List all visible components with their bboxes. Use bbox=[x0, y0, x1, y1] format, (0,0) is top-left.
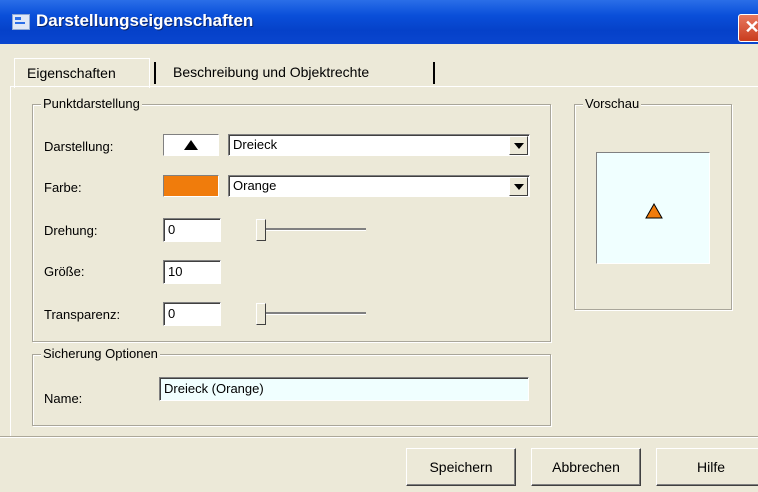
save-button[interactable]: Speichern bbox=[406, 448, 516, 486]
symbol-swatch bbox=[163, 134, 219, 156]
triangle-preview-icon bbox=[645, 202, 663, 219]
transparenz-input[interactable]: 0 bbox=[163, 302, 221, 326]
preview-canvas bbox=[596, 152, 710, 264]
darstellung-label: Darstellung: bbox=[44, 139, 114, 154]
farbe-select[interactable]: Orange bbox=[228, 175, 530, 197]
help-button[interactable]: Hilfe bbox=[656, 448, 758, 486]
darstellung-select[interactable]: Dreieck bbox=[228, 134, 530, 156]
transparenz-label: Transparenz: bbox=[44, 307, 121, 322]
footer-divider-highlight bbox=[0, 437, 758, 438]
drehung-input[interactable]: 0 bbox=[163, 218, 221, 242]
tab-divider bbox=[433, 62, 435, 84]
tab-label: Beschreibung und Objektrechte bbox=[173, 64, 370, 80]
groesse-input[interactable]: 10 bbox=[163, 260, 221, 284]
chevron-down-icon[interactable] bbox=[509, 136, 528, 155]
cancel-button[interactable]: Abbrechen bbox=[531, 448, 641, 486]
transparenz-slider-track[interactable] bbox=[258, 312, 366, 315]
preview-legend: Vorschau bbox=[583, 96, 642, 111]
name-input[interactable]: Dreieck (Orange) bbox=[159, 377, 529, 401]
point-group-legend: Punktdarstellung bbox=[41, 96, 142, 111]
tab-beschreibung[interactable]: Beschreibung und Objektrechte bbox=[155, 58, 435, 87]
darstellung-value: Dreieck bbox=[233, 137, 278, 152]
groesse-value: 10 bbox=[168, 264, 183, 279]
color-swatch[interactable] bbox=[163, 175, 219, 197]
groesse-label: Größe: bbox=[44, 264, 85, 279]
farbe-label: Farbe: bbox=[44, 180, 82, 195]
transparenz-value: 0 bbox=[168, 306, 176, 321]
drehung-value: 0 bbox=[168, 222, 176, 237]
save-options-legend: Sicherung Optionen bbox=[41, 346, 160, 361]
window-title: Darstellungseigenschaften bbox=[36, 11, 254, 30]
close-button[interactable]: ✕ bbox=[738, 14, 758, 42]
transparenz-slider-thumb[interactable] bbox=[256, 303, 266, 325]
farbe-value: Orange bbox=[233, 178, 277, 193]
triangle-icon bbox=[184, 140, 198, 150]
drehung-slider-track[interactable] bbox=[258, 228, 366, 231]
title-bar: Darstellungseigenschaften ✕ bbox=[0, 0, 758, 44]
name-label: Name: bbox=[44, 391, 83, 406]
tab-label: Eigenschaften bbox=[27, 65, 116, 81]
window-icon bbox=[12, 14, 30, 30]
name-value: Dreieck (Orange) bbox=[164, 381, 264, 396]
tab-eigenschaften[interactable]: Eigenschaften bbox=[14, 58, 150, 88]
chevron-down-icon[interactable] bbox=[509, 177, 528, 196]
drehung-label: Drehung: bbox=[44, 223, 98, 238]
drehung-slider-thumb[interactable] bbox=[256, 219, 266, 241]
